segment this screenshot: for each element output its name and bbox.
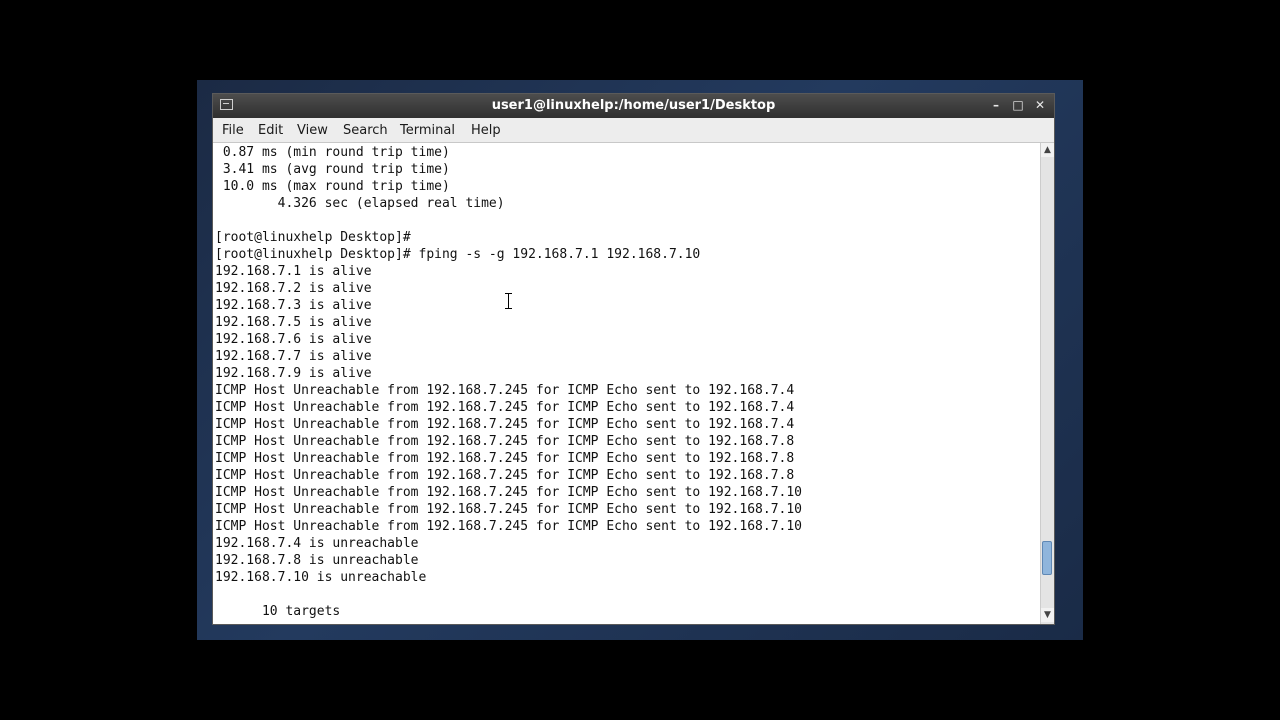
terminal-line: 10.0 ms (max round trip time) <box>215 179 450 194</box>
terminal-line: ICMP Host Unreachable from 192.168.7.245… <box>215 434 795 449</box>
terminal-line: 0.87 ms (min round trip time) <box>215 145 450 160</box>
window-title: user1@linuxhelp:/home/user1/Desktop <box>491 98 776 113</box>
text-cursor-icon <box>505 293 512 309</box>
terminal-line: ICMP Host Unreachable from 192.168.7.245… <box>215 468 795 483</box>
menu-search[interactable]: Search <box>343 123 388 138</box>
terminal-line: 192.168.7.1 is alive <box>215 264 372 279</box>
terminal-line: 3.41 ms (avg round trip time) <box>215 162 450 177</box>
minimize-icon[interactable]: – <box>987 96 1005 114</box>
terminal-line: 192.168.7.8 is unreachable <box>215 553 419 568</box>
terminal-line: 4.326 sec (elapsed real time) <box>215 196 505 211</box>
terminal-line: ICMP Host Unreachable from 192.168.7.245… <box>215 502 802 517</box>
terminal-line: ICMP Host Unreachable from 192.168.7.245… <box>215 400 795 415</box>
terminal-line: 192.168.7.5 is alive <box>215 315 372 330</box>
close-icon[interactable]: ✕ <box>1031 96 1049 114</box>
terminal-text: 0.87 ms (min round trip time) 3.41 ms (a… <box>215 144 802 620</box>
terminal-line: ICMP Host Unreachable from 192.168.7.245… <box>215 519 802 534</box>
scroll-thumb[interactable] <box>1042 541 1052 575</box>
menu-edit[interactable]: Edit <box>258 123 283 138</box>
terminal-line: 192.168.7.6 is alive <box>215 332 372 347</box>
terminal-line: ICMP Host Unreachable from 192.168.7.245… <box>215 485 802 500</box>
scroll-down-arrow-icon[interactable]: ▼ <box>1041 608 1054 622</box>
terminal-line: ICMP Host Unreachable from 192.168.7.245… <box>215 417 795 432</box>
terminal-line: 192.168.7.7 is alive <box>215 349 372 364</box>
window-titlebar[interactable]: user1@linuxhelp:/home/user1/Desktop – □ … <box>213 94 1054 118</box>
menu-terminal[interactable]: Terminal <box>400 123 455 138</box>
maximize-icon[interactable]: □ <box>1009 96 1027 114</box>
terminal-line: 192.168.7.10 is unreachable <box>215 570 427 585</box>
scroll-up-arrow-icon[interactable]: ▲ <box>1041 143 1054 157</box>
terminal-line: 192.168.7.4 is unreachable <box>215 536 419 551</box>
menu-view[interactable]: View <box>297 123 328 138</box>
terminal-line: 192.168.7.9 is alive <box>215 366 372 381</box>
terminal-line: ICMP Host Unreachable from 192.168.7.245… <box>215 451 795 466</box>
terminal-window: user1@linuxhelp:/home/user1/Desktop – □ … <box>212 93 1055 625</box>
terminal-line: [root@linuxhelp Desktop]# <box>215 230 411 245</box>
menu-bar: File Edit View Search Terminal Help <box>213 118 1054 143</box>
terminal-line: ICMP Host Unreachable from 192.168.7.245… <box>215 383 795 398</box>
terminal-line: 10 targets <box>215 604 341 619</box>
menu-help[interactable]: Help <box>471 123 501 138</box>
vertical-scrollbar[interactable]: ▲ ▼ <box>1040 143 1054 624</box>
menu-file[interactable]: File <box>222 123 244 138</box>
terminal-output-area[interactable]: 0.87 ms (min round trip time) 3.41 ms (a… <box>214 143 1040 624</box>
terminal-line: [root@linuxhelp Desktop]# fping -s -g 19… <box>215 247 701 262</box>
